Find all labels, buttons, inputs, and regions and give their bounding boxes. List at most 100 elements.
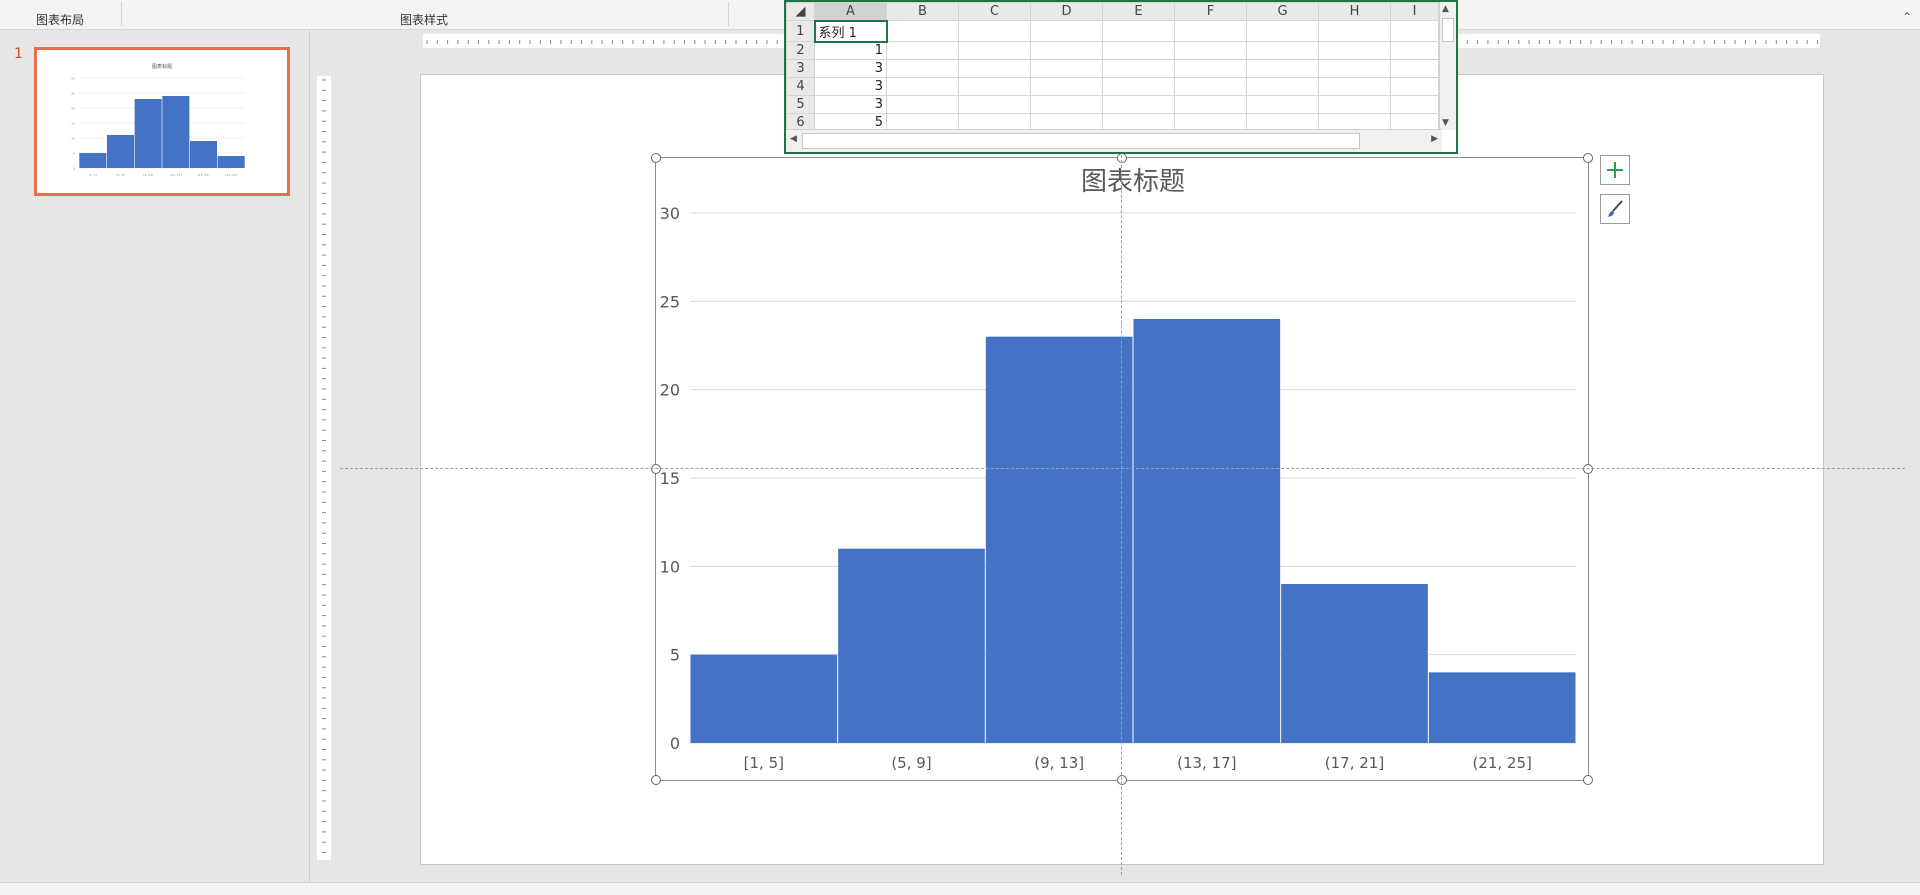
cell[interactable] [1102, 59, 1175, 78]
vertical-guide[interactable] [1121, 150, 1122, 875]
cell[interactable] [886, 41, 959, 60]
thumbnail-y-tick: 30 [71, 77, 75, 81]
chart-title[interactable]: 图表标题 [1081, 167, 1185, 197]
vertical-scrollbar[interactable]: ▲ ▼ [1439, 2, 1456, 130]
column-header[interactable]: I [1390, 2, 1439, 21]
cell[interactable] [1102, 41, 1175, 60]
cell-a5[interactable]: 3 [814, 95, 887, 114]
row-header[interactable]: 5 [786, 95, 815, 114]
x-tick-label: [1, 5] [744, 754, 784, 772]
histogram-bar[interactable] [985, 336, 1133, 743]
cell[interactable] [1102, 95, 1175, 114]
cell[interactable] [1102, 77, 1175, 96]
cell[interactable] [1174, 95, 1247, 114]
thumbnail-bar [189, 141, 218, 168]
histogram-bar[interactable] [838, 548, 985, 743]
cell[interactable] [1030, 59, 1103, 78]
histogram-bar[interactable] [1428, 672, 1576, 743]
column-header[interactable]: A [814, 2, 887, 21]
cell[interactable] [886, 20, 959, 42]
cell-a3[interactable]: 3 [814, 59, 887, 78]
ribbon-group-chart-styles[interactable]: 图表样式 [400, 11, 448, 28]
cell-a4[interactable]: 3 [814, 77, 887, 96]
cell[interactable] [958, 77, 1031, 96]
thumbnail-bar [79, 153, 107, 168]
cell[interactable] [958, 41, 1031, 60]
column-header[interactable]: B [886, 2, 959, 21]
cell[interactable] [1246, 41, 1319, 60]
cell[interactable] [886, 59, 959, 78]
column-header[interactable]: F [1174, 2, 1247, 21]
x-tick-label: (21, 25] [1472, 754, 1531, 772]
cell[interactable] [1318, 20, 1391, 42]
column-header[interactable]: C [958, 2, 1031, 21]
cell[interactable] [1390, 77, 1439, 96]
row-header[interactable]: 3 [786, 59, 815, 78]
cell[interactable] [1174, 20, 1247, 42]
thumbnail-bar [134, 99, 162, 168]
cell[interactable] [1390, 20, 1439, 42]
cell[interactable] [1318, 41, 1391, 60]
cell[interactable] [1030, 41, 1103, 60]
vertical-ruler[interactable] [317, 76, 331, 860]
column-header[interactable]: G [1246, 2, 1319, 21]
cell[interactable] [1390, 95, 1439, 114]
x-tick-label: (13, 17] [1177, 754, 1236, 772]
cell[interactable] [958, 20, 1031, 42]
cell[interactable] [1174, 59, 1247, 78]
cell[interactable] [1030, 95, 1103, 114]
collapse-ribbon-icon[interactable]: ⌃ [1902, 10, 1912, 24]
row-header[interactable]: 2 [786, 41, 815, 60]
cell[interactable] [958, 95, 1031, 114]
column-header[interactable]: D [1030, 2, 1103, 21]
scroll-left-icon[interactable]: ◀ [790, 134, 797, 144]
thumbnail-bar [217, 156, 245, 168]
horizontal-scrollbar[interactable]: ◀ ▶ [786, 129, 1442, 152]
chart-elements-button[interactable] [1600, 155, 1630, 185]
histogram-bar[interactable] [1281, 584, 1428, 743]
scroll-down-icon[interactable]: ▼ [1442, 118, 1449, 128]
cell[interactable] [1174, 77, 1247, 96]
cell[interactable] [1318, 77, 1391, 96]
cell[interactable] [1030, 20, 1103, 42]
chart-styles-button[interactable] [1600, 194, 1630, 224]
thumbnail-y-tick: 5 [73, 152, 75, 156]
scroll-right-icon[interactable]: ▶ [1431, 134, 1438, 144]
cell[interactable] [1246, 95, 1319, 114]
cell[interactable] [1318, 95, 1391, 114]
y-tick-label: 10 [660, 557, 680, 576]
row-header[interactable]: 1 [786, 20, 815, 42]
cell[interactable] [1246, 20, 1319, 42]
cell-a2[interactable]: 1 [814, 41, 887, 60]
chart-data-sheet[interactable]: ◢ A B C D E F G H I 1 系列 1 2 1 3 3 4 3 5… [784, 0, 1458, 154]
cell[interactable] [1174, 41, 1247, 60]
thumbnail-y-tick: 20 [71, 107, 75, 111]
thumbnail-y-tick: 10 [71, 137, 75, 141]
cell[interactable] [1318, 59, 1391, 78]
cell[interactable] [1390, 59, 1439, 78]
scroll-thumb[interactable] [1442, 18, 1454, 42]
scroll-thumb[interactable] [802, 133, 1360, 149]
histogram-bar[interactable] [1133, 319, 1281, 743]
cell-a1[interactable]: 系列 1 [813, 19, 888, 43]
cell[interactable] [958, 59, 1031, 78]
cell[interactable] [1390, 41, 1439, 60]
cell[interactable] [1030, 77, 1103, 96]
cell[interactable] [886, 77, 959, 96]
cell[interactable] [1102, 20, 1175, 42]
column-header[interactable]: E [1102, 2, 1175, 21]
cell[interactable] [886, 95, 959, 114]
cell[interactable] [1246, 77, 1319, 96]
paintbrush-icon [1608, 200, 1623, 217]
select-all-corner[interactable]: ◢ [786, 2, 815, 21]
cell[interactable] [1246, 59, 1319, 78]
horizontal-guide[interactable] [340, 468, 1905, 469]
thumbnail-chart-title: 图表标题 [152, 63, 172, 70]
thumbnail-bar [162, 96, 190, 168]
histogram-bar[interactable] [690, 654, 838, 743]
slide-thumbnail[interactable]: 图表标题 0 5 10 15 20 25 30 [1, 5] (5, 9] (9, 13] (13, … [34, 47, 290, 196]
ribbon-group-chart-layout[interactable]: 图表布局 [36, 11, 84, 28]
scroll-up-icon[interactable]: ▲ [1442, 4, 1449, 14]
column-header[interactable]: H [1318, 2, 1391, 21]
row-header[interactable]: 4 [786, 77, 815, 96]
